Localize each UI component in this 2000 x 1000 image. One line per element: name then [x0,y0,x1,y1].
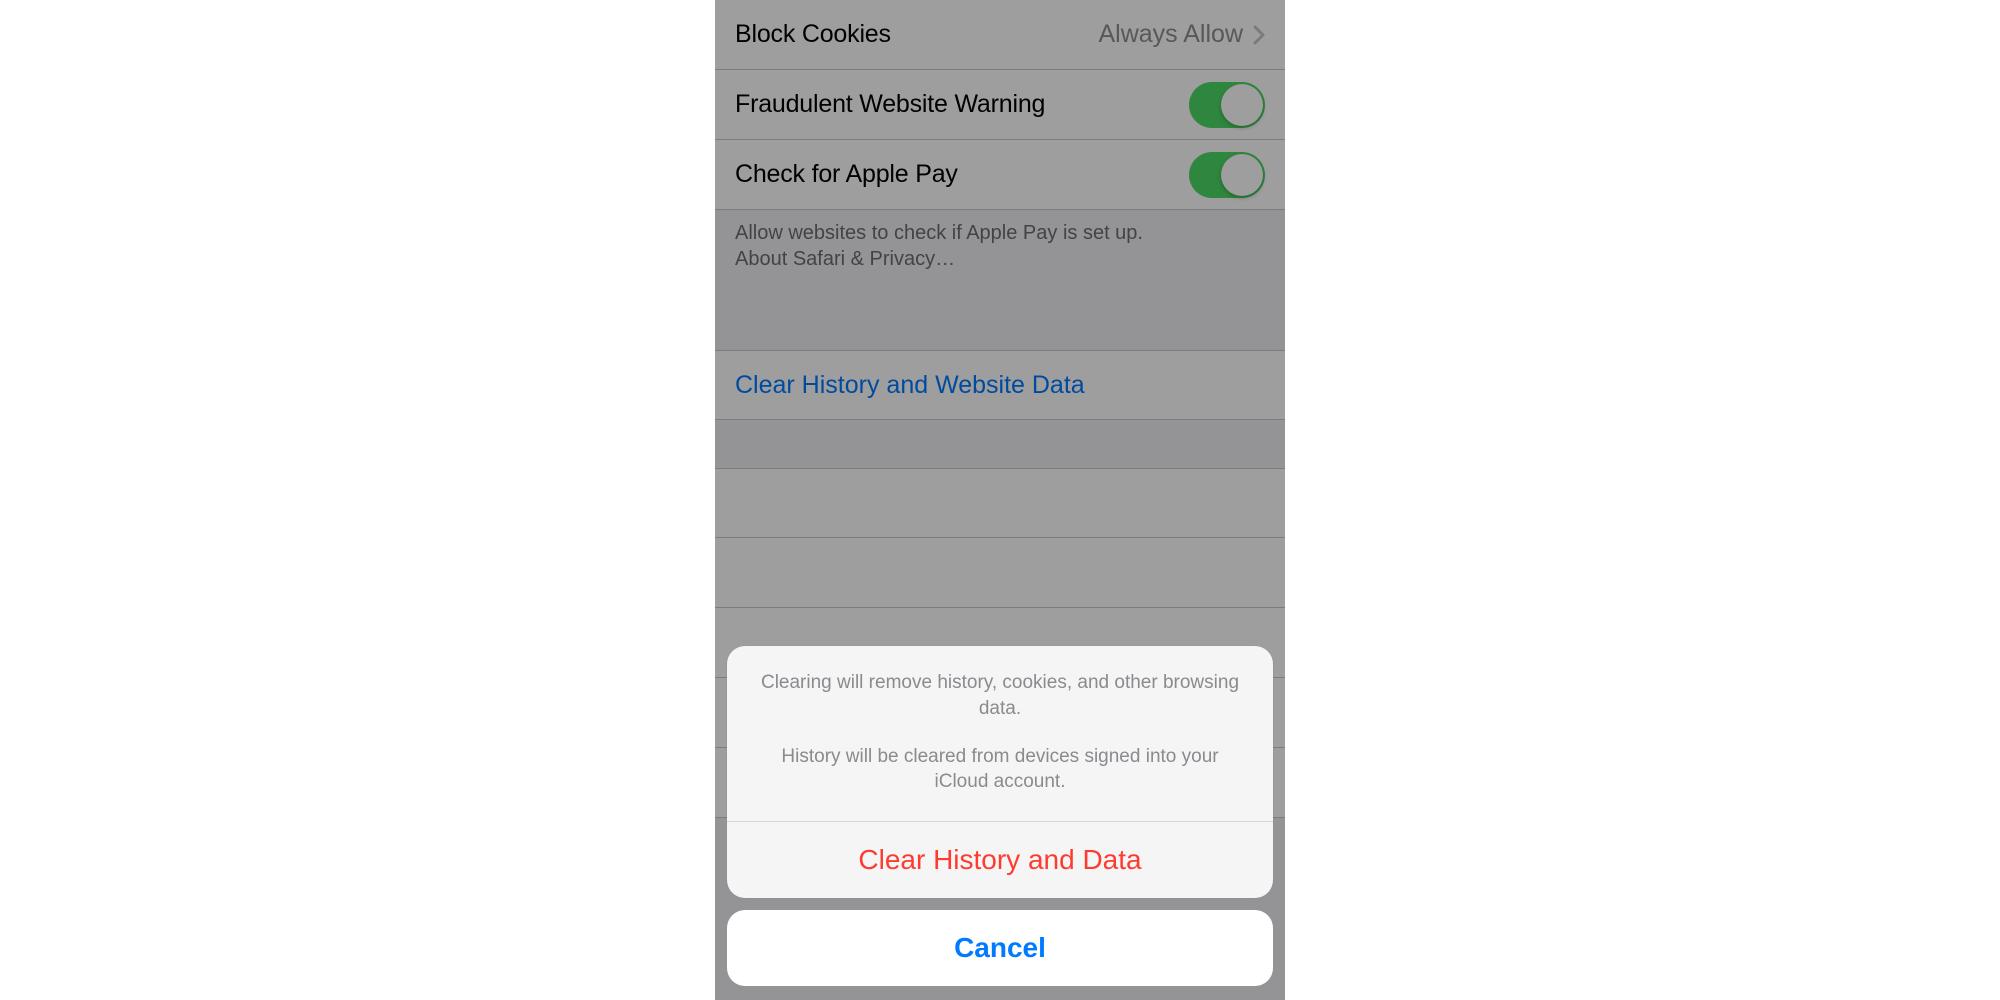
fraud-warning-toggle[interactable] [1189,82,1265,128]
safari-settings-screen: Block Cookies Always Allow Fraudulent We… [715,0,1285,1000]
action-sheet-message: Clearing will remove history, cookies, a… [727,646,1273,821]
block-cookies-label: Block Cookies [735,20,891,49]
fraudulent-website-warning-row[interactable]: Fraudulent Website Warning [715,70,1285,140]
sheet-message-line-2: History will be cleared from devices sig… [755,744,1245,795]
cancel-button[interactable]: Cancel [727,910,1273,986]
clear-history-label: Clear History and Website Data [735,371,1085,400]
clear-history-and-data-button[interactable]: Clear History and Data [727,822,1273,898]
block-cookies-value: Always Allow [1099,20,1244,49]
action-sheet-cancel-group: Cancel [727,910,1273,986]
toggle-knob [1221,84,1263,126]
check-apple-pay-row[interactable]: Check for Apple Pay [715,140,1285,210]
toggle-knob [1221,154,1263,196]
action-sheet-main-group: Clearing will remove history, cookies, a… [727,646,1273,898]
chevron-right-icon [1253,25,1265,45]
footer-line-1: Allow websites to check if Apple Pay is … [735,220,1265,246]
section-spacer [715,302,1285,350]
fraud-warning-label: Fraudulent Website Warning [735,90,1045,119]
action-sheet: Clearing will remove history, cookies, a… [715,634,1285,1000]
apple-pay-label: Check for Apple Pay [735,160,958,189]
about-safari-privacy-link[interactable]: About Safari & Privacy… [735,246,1265,272]
section-footer: Allow websites to check if Apple Pay is … [715,210,1285,302]
apple-pay-toggle[interactable] [1189,152,1265,198]
clear-history-row[interactable]: Clear History and Website Data [715,350,1285,420]
obscured-row [715,538,1285,608]
block-cookies-value-container: Always Allow [1099,20,1266,49]
block-cookies-row[interactable]: Block Cookies Always Allow [715,0,1285,70]
obscured-row [715,468,1285,538]
section-spacer [715,420,1285,468]
sheet-message-line-1: Clearing will remove history, cookies, a… [755,670,1245,721]
